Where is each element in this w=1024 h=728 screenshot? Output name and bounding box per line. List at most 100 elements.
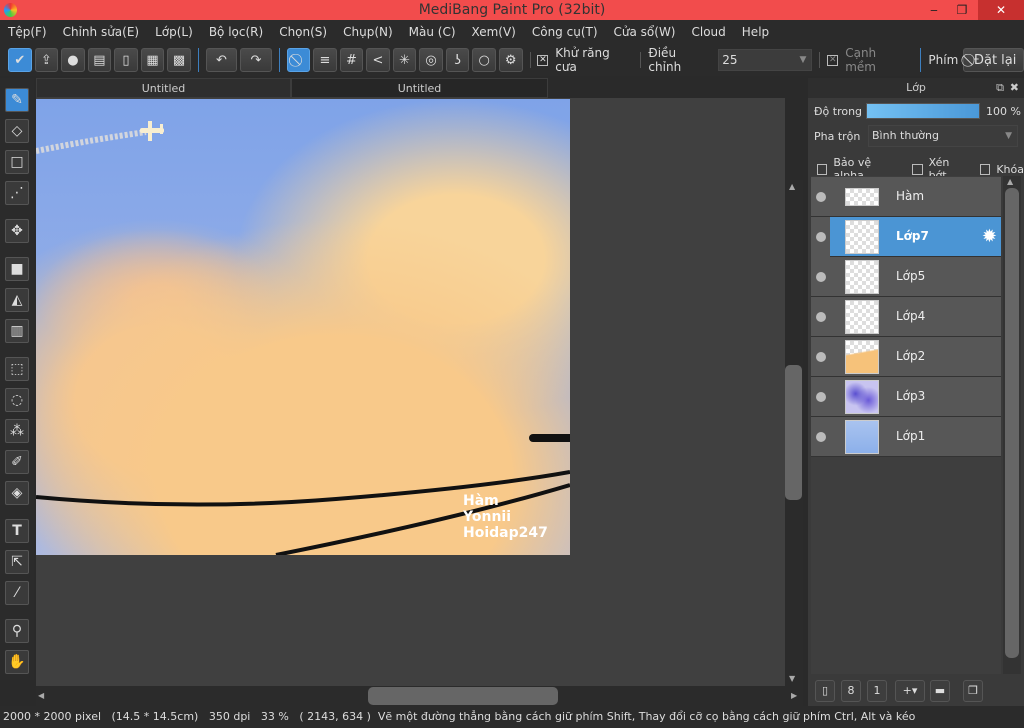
layer-name: Lớp3	[896, 389, 926, 403]
eyedropper-tool-icon[interactable]: ⚲	[5, 619, 29, 643]
undo-icon[interactable]: ↶	[205, 48, 238, 72]
clip-checkbox[interactable]	[912, 163, 923, 175]
menu-view[interactable]: Xem(V)	[464, 25, 524, 39]
close-panel-icon[interactable]: ✖	[1010, 78, 1019, 98]
menu-select[interactable]: Chọn(S)	[271, 25, 335, 39]
share-icon[interactable]: ⇪	[34, 48, 59, 72]
visibility-icon[interactable]	[816, 432, 826, 442]
vertical-scrollbar[interactable]: ▲ ▼	[785, 180, 803, 686]
message-icon[interactable]: ▤	[87, 48, 112, 72]
minimize-button[interactable]: ‒	[920, 0, 948, 20]
bucket-tool-icon[interactable]: ◭	[5, 288, 29, 312]
storyboard-icon[interactable]: ▦	[140, 48, 165, 72]
brush-tool-icon[interactable]: ✎	[5, 88, 29, 112]
maximize-button[interactable]: ❐	[948, 0, 976, 20]
opacity-slider[interactable]	[866, 103, 980, 119]
layer-item[interactable]: Lớp3	[811, 377, 1001, 417]
gear-icon[interactable]: ✹	[982, 226, 997, 247]
checklist-icon[interactable]: ▩	[167, 48, 191, 72]
layer-item[interactable]: Lớp5	[811, 257, 1001, 297]
visibility-icon[interactable]	[816, 392, 826, 402]
move-tool-icon[interactable]: ✥	[5, 219, 29, 243]
parallel-snap-icon[interactable]: ≡	[313, 48, 337, 72]
reset-button[interactable]: ⃠Đặt lại	[963, 48, 1024, 72]
layer-item[interactable]: Lớp1	[811, 417, 1001, 457]
scroll-up-icon[interactable]: ▲	[1007, 177, 1013, 186]
gradient-tool-icon[interactable]: ▥	[5, 319, 29, 343]
protect-alpha-checkbox[interactable]	[817, 163, 828, 175]
select-pen-tool-icon[interactable]: ✐	[5, 450, 29, 474]
close-button[interactable]: ✕	[978, 0, 1024, 20]
new-layer-icon[interactable]: ▯	[815, 680, 835, 702]
soft-edge-checkbox[interactable]: ✕	[827, 54, 839, 66]
fill-rect-tool-icon[interactable]: ■	[5, 257, 29, 281]
scroll-down-icon[interactable]: ▼	[789, 674, 795, 683]
text-tool-icon[interactable]: T	[5, 519, 29, 543]
divide-tool-icon[interactable]: ⁄	[5, 581, 29, 605]
layer-scroll-thumb[interactable]	[1005, 188, 1019, 658]
visibility-icon[interactable]	[816, 272, 826, 282]
menu-help[interactable]: Help	[734, 25, 777, 39]
add-layer-menu-icon[interactable]: +▾	[895, 680, 925, 702]
comment-icon[interactable]: ●	[61, 48, 85, 72]
layer-item[interactable]: Lớp2	[811, 337, 1001, 377]
layer-item-selected[interactable]: Lớp7 ✹	[811, 217, 1001, 257]
select-rect-tool-icon[interactable]: ⬚	[5, 357, 29, 381]
drawing-canvas[interactable]	[36, 99, 570, 555]
new-1bit-layer-icon[interactable]: 1	[867, 680, 887, 702]
redo-icon[interactable]: ↷	[240, 48, 272, 72]
curve-snap-icon[interactable]: ʖ	[445, 48, 470, 72]
menu-cloud[interactable]: Cloud	[684, 25, 734, 39]
ellipse-snap-icon[interactable]: ○	[472, 48, 496, 72]
vertical-scroll-thumb[interactable]	[785, 365, 802, 500]
concentric-snap-icon[interactable]: ◎	[419, 48, 443, 72]
scroll-up-icon[interactable]: ▲	[789, 182, 795, 191]
cloud-save-icon[interactable]: ✔	[8, 48, 32, 72]
menu-window[interactable]: Cửa sổ(W)	[606, 25, 684, 39]
layer-item[interactable]: Lớp4	[811, 297, 1001, 337]
layer-list-scrollbar[interactable]: ▲	[1003, 176, 1021, 674]
hand-tool-icon[interactable]: ✋	[5, 650, 29, 674]
adjust-dropdown[interactable]: 25 ▼	[718, 49, 813, 71]
new-8bit-layer-icon[interactable]: 8	[841, 680, 861, 702]
menu-edit[interactable]: Chỉnh sửa(E)	[55, 25, 148, 39]
scroll-left-icon[interactable]: ◀	[38, 691, 44, 700]
select-eraser-tool-icon[interactable]: ◈	[5, 481, 29, 505]
horizontal-scroll-thumb[interactable]	[368, 687, 558, 705]
visibility-icon[interactable]	[816, 312, 826, 322]
operation-tool-icon[interactable]: ⇱	[5, 550, 29, 574]
snap-settings-icon[interactable]: ⚙	[498, 48, 523, 72]
menu-color[interactable]: Màu (C)	[401, 25, 464, 39]
menu-tools[interactable]: Công cụ(T)	[524, 25, 606, 39]
eraser-tool-icon[interactable]: ◇	[5, 119, 29, 143]
document-icon[interactable]: ▯	[114, 48, 138, 72]
scroll-right-icon[interactable]: ▶	[791, 691, 797, 700]
magic-wand-tool-icon[interactable]: ⁂	[5, 419, 29, 443]
duplicate-layer-icon[interactable]: ❐	[963, 680, 983, 702]
dot-brush-tool-icon[interactable]: ⋰	[5, 181, 29, 205]
app-logo-icon	[4, 3, 17, 17]
antialias-checkbox[interactable]: ✕	[537, 54, 549, 66]
folder-icon[interactable]: ▬	[930, 680, 950, 702]
horizontal-scrollbar[interactable]: ◀ ▶	[36, 686, 803, 706]
layer-item[interactable]: Hàm	[811, 177, 1001, 217]
lasso-tool-icon[interactable]: ◌	[5, 388, 29, 412]
visibility-icon[interactable]	[816, 352, 826, 362]
menu-snap[interactable]: Chụp(N)	[335, 25, 401, 39]
rectangle-tool-icon[interactable]: □	[5, 150, 29, 174]
tab-untitled-2[interactable]: Untitled	[291, 78, 548, 98]
menu-layer[interactable]: Lớp(L)	[147, 25, 201, 39]
blend-mode-dropdown[interactable]: Bình thường ▼	[868, 125, 1018, 147]
radial-line-snap-icon[interactable]: <	[366, 48, 390, 72]
visibility-icon[interactable]	[816, 192, 826, 202]
menu-filter[interactable]: Bộ lọc(R)	[201, 25, 271, 39]
tab-untitled-1[interactable]: Untitled	[36, 78, 291, 98]
grid-snap-icon[interactable]: #	[339, 48, 364, 72]
snap-off-icon[interactable]: ⃠	[286, 48, 311, 72]
menu-file[interactable]: Tệp(F)	[0, 25, 55, 39]
radial-snap-icon[interactable]: ✳	[392, 48, 417, 72]
lock-checkbox[interactable]	[979, 163, 991, 175]
popout-icon[interactable]: ⧉	[996, 78, 1004, 98]
visibility-icon[interactable]	[816, 232, 826, 242]
layer-thumbnail	[845, 220, 879, 254]
